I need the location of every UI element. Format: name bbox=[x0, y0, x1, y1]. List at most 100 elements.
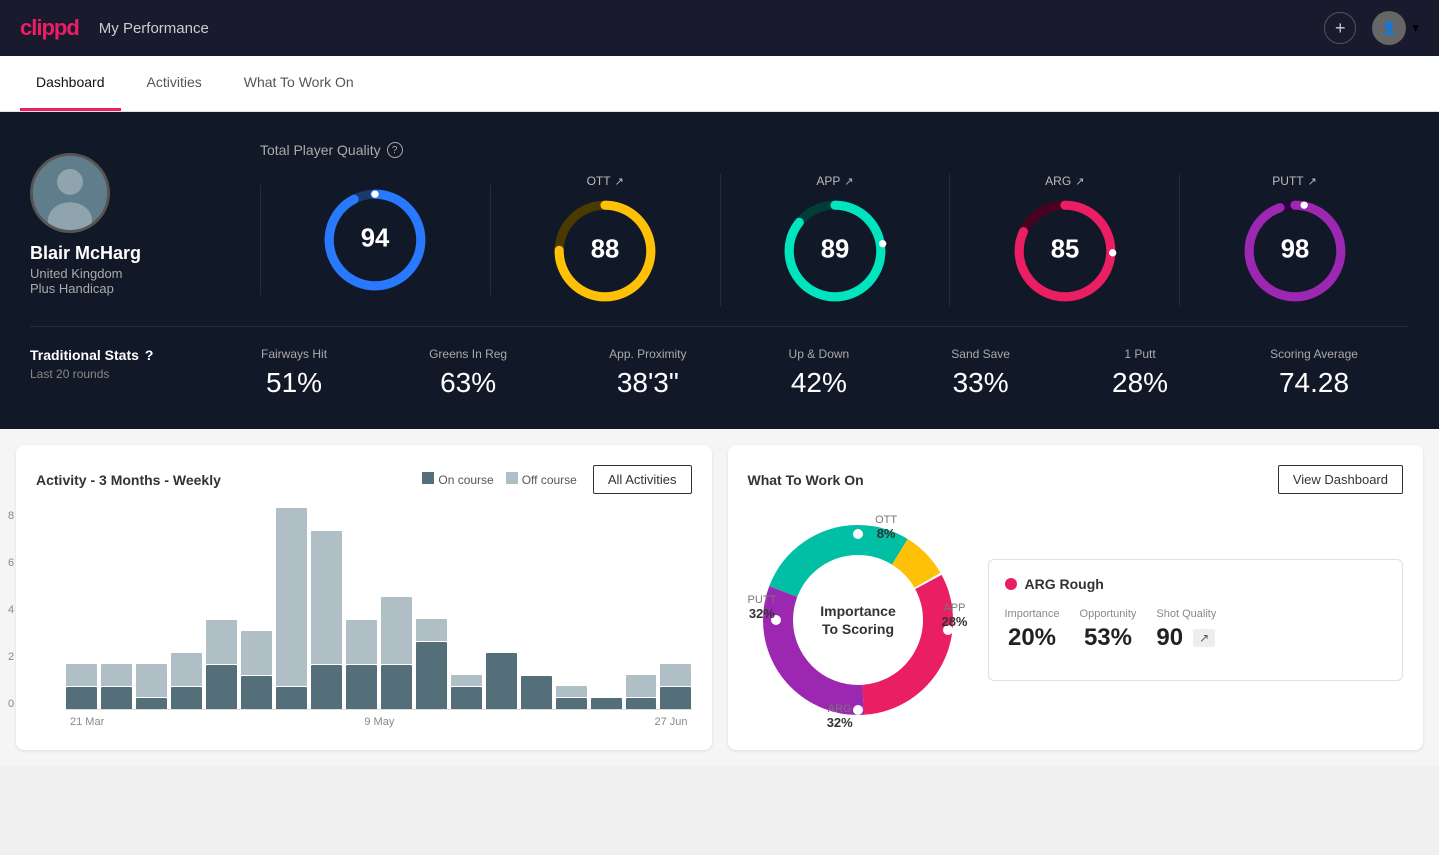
tab-dashboard[interactable]: Dashboard bbox=[20, 56, 121, 111]
bar-on-10 bbox=[416, 642, 447, 709]
bar-on-14 bbox=[556, 698, 587, 709]
quality-gauges: 94 OTT ↗ 88 bbox=[260, 174, 1409, 306]
bar-on-9 bbox=[381, 665, 412, 709]
y-label-8: 8 bbox=[8, 510, 14, 522]
bar-group-0 bbox=[66, 664, 97, 709]
stat-1-putt-label: 1 Putt bbox=[1112, 347, 1168, 361]
view-dashboard-button[interactable]: View Dashboard bbox=[1278, 465, 1403, 494]
bar-group-9 bbox=[381, 597, 412, 709]
chevron-down-icon: ▾ bbox=[1412, 20, 1419, 36]
bar-group-13 bbox=[521, 676, 552, 709]
header-left: clippd My Performance bbox=[20, 15, 209, 41]
stat-up-down-value: 42% bbox=[789, 367, 850, 399]
gauge-ott: OTT ↗ 88 bbox=[491, 174, 721, 306]
bar-group-14 bbox=[556, 686, 587, 709]
bar-off-1 bbox=[101, 664, 132, 686]
bar-group-5 bbox=[241, 631, 272, 709]
bar-group-16 bbox=[626, 675, 657, 709]
bar-on-16 bbox=[626, 698, 657, 709]
bar-on-0 bbox=[66, 687, 97, 709]
legend-on-course: On course bbox=[438, 473, 493, 487]
stats-items: Fairways Hit 51% Greens In Reg 63% App. … bbox=[210, 347, 1409, 399]
add-button[interactable]: + bbox=[1324, 12, 1356, 44]
avatar-initials: 👤 bbox=[1382, 21, 1397, 35]
stats-sublabel: Last 20 rounds bbox=[30, 367, 210, 381]
arg-stat-importance-value: 20% bbox=[1005, 624, 1060, 652]
bar-off-11 bbox=[451, 675, 482, 686]
quality-help-icon[interactable]: ? bbox=[387, 142, 403, 158]
stat-scoring-average-value: 74.28 bbox=[1270, 367, 1358, 399]
donut-chart: Importance To Scoring OTT 8% APP 28% bbox=[748, 510, 968, 730]
chart-legend: On course Off course bbox=[422, 472, 577, 487]
chart-title: Activity - 3 Months - Weekly bbox=[36, 472, 221, 488]
stat-fairways-hit: Fairways Hit 51% bbox=[261, 347, 327, 399]
stat-greens-in-reg: Greens In Reg 63% bbox=[429, 347, 507, 399]
arg-stats: Importance 20% Opportunity 53% Shot Qual… bbox=[1005, 608, 1387, 652]
bar-off-3 bbox=[171, 653, 202, 686]
work-title: What To Work On bbox=[748, 472, 864, 488]
bar-off-6 bbox=[276, 508, 307, 686]
bar-on-17 bbox=[660, 687, 691, 709]
x-label-jun: 27 Jun bbox=[654, 716, 687, 728]
bar-on-1 bbox=[101, 687, 132, 709]
arg-stat-opportunity-value: 53% bbox=[1080, 624, 1137, 652]
bar-on-11 bbox=[451, 687, 482, 709]
stat-sand-save-label: Sand Save bbox=[951, 347, 1010, 361]
bar-off-4 bbox=[206, 620, 237, 664]
gauge-putt-label: PUTT ↗ bbox=[1272, 174, 1317, 188]
bar-on-6 bbox=[276, 687, 307, 709]
arg-stat-shot-quality-label: Shot Quality bbox=[1156, 608, 1216, 620]
player-avatar bbox=[30, 153, 110, 233]
arg-stat-importance-label: Importance bbox=[1005, 608, 1060, 620]
bar-on-7 bbox=[311, 665, 342, 709]
gauge-app-label: APP ↗ bbox=[816, 174, 853, 188]
bar-group-4 bbox=[206, 620, 237, 709]
donut-label-arg: ARG 32% bbox=[827, 703, 853, 730]
y-label-4: 4 bbox=[8, 604, 14, 616]
bar-off-14 bbox=[556, 686, 587, 697]
gauge-arg: ARG ↗ 85 bbox=[950, 174, 1180, 306]
bar-on-3 bbox=[171, 687, 202, 709]
svg-text:88: 88 bbox=[591, 235, 620, 263]
stats-label-col: Traditional Stats ? Last 20 rounds bbox=[30, 347, 210, 381]
quality-section: Total Player Quality ? 94 OTT bbox=[260, 142, 1409, 306]
player-info: Blair McHarg United Kingdom Plus Handica… bbox=[30, 153, 230, 296]
bar-off-17 bbox=[660, 664, 691, 686]
legend-off-course: Off course bbox=[522, 473, 577, 487]
shot-quality-badge: ↗ bbox=[1193, 629, 1215, 647]
bar-on-4 bbox=[206, 665, 237, 709]
quality-label: Total Player Quality ? bbox=[260, 142, 1409, 158]
arg-stat-opportunity: Opportunity 53% bbox=[1080, 608, 1137, 652]
bar-group-2 bbox=[136, 664, 167, 709]
arg-stat-importance: Importance 20% bbox=[1005, 608, 1060, 652]
stat-app-proximity: App. Proximity 38'3" bbox=[609, 347, 686, 399]
y-label-6: 6 bbox=[8, 557, 14, 569]
work-content: Importance To Scoring OTT 8% APP 28% bbox=[748, 510, 1404, 730]
donut-label-putt: PUTT 32% bbox=[748, 594, 777, 621]
stat-scoring-average: Scoring Average 74.28 bbox=[1270, 347, 1358, 399]
bar-off-0 bbox=[66, 664, 97, 686]
stat-greens-in-reg-label: Greens In Reg bbox=[429, 347, 507, 361]
stat-fairways-hit-label: Fairways Hit bbox=[261, 347, 327, 361]
x-label-may: 9 May bbox=[364, 716, 394, 728]
user-avatar-button[interactable]: 👤 ▾ bbox=[1372, 11, 1419, 45]
bar-on-12 bbox=[486, 653, 517, 709]
logo: clippd bbox=[20, 15, 79, 41]
bar-group-8 bbox=[346, 620, 377, 709]
chart-panel: Activity - 3 Months - Weekly On course O… bbox=[16, 445, 712, 750]
y-label-2: 2 bbox=[8, 651, 14, 663]
bar-chart bbox=[66, 510, 692, 710]
chart-x-labels: 21 Mar 9 May 27 Jun bbox=[66, 716, 692, 728]
player-name: Blair McHarg bbox=[30, 243, 141, 264]
arg-card: ARG Rough Importance 20% Opportunity 53%… bbox=[988, 559, 1404, 681]
gauge-app: APP ↗ 89 bbox=[721, 174, 951, 306]
tab-activities[interactable]: Activities bbox=[131, 56, 218, 111]
all-activities-button[interactable]: All Activities bbox=[593, 465, 692, 494]
bottom-section: Activity - 3 Months - Weekly On course O… bbox=[0, 429, 1439, 766]
stats-help-icon[interactable]: ? bbox=[145, 347, 154, 363]
donut-label-ott: OTT 8% bbox=[875, 514, 897, 541]
bar-group-1 bbox=[101, 664, 132, 709]
bar-off-2 bbox=[136, 664, 167, 697]
tab-what-to-work-on[interactable]: What To Work On bbox=[228, 56, 370, 111]
stat-app-proximity-value: 38'3" bbox=[609, 367, 686, 399]
